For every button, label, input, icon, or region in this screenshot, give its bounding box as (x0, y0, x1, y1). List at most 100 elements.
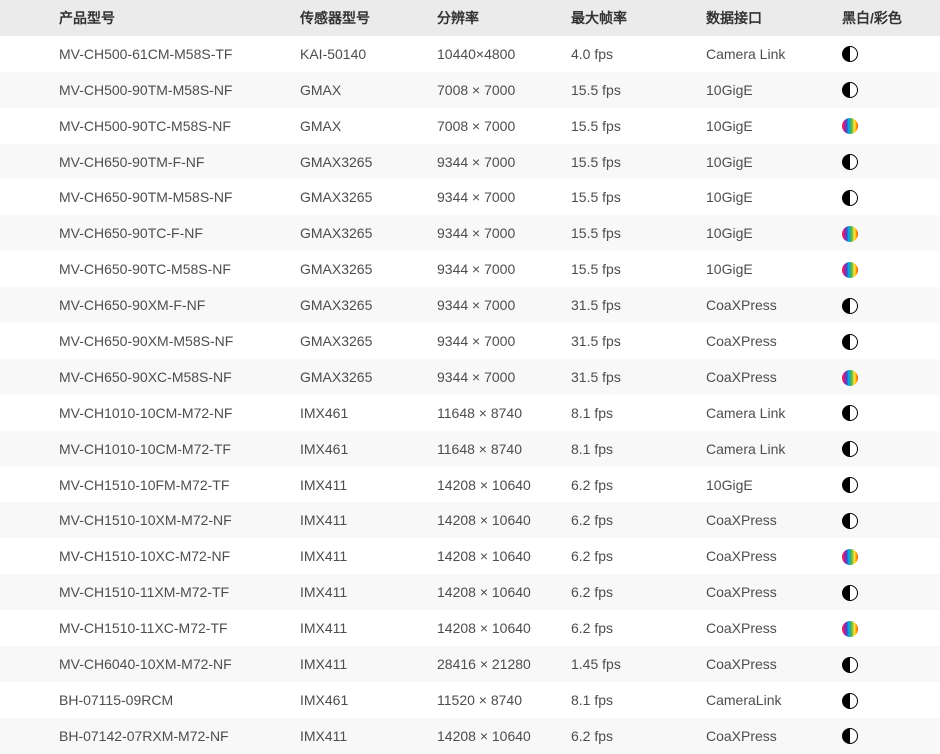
cell-resolution: 10440×4800 (437, 46, 571, 62)
table-row: MV-CH650-90XC-M58S-NF GMAX3265 9344 × 70… (0, 359, 940, 395)
mode-icon-cell (842, 261, 940, 278)
cell-resolution: 14208 × 10640 (437, 512, 571, 528)
mode-icon-cell (842, 584, 940, 601)
cell-max-framerate: 6.2 fps (571, 728, 706, 744)
cell-sensor-model: IMX461 (300, 692, 437, 708)
camera-spec-table: 产品型号 传感器型号 分辨率 最大帧率 数据接口 黑白/彩色 MV-CH500-… (0, 0, 940, 754)
cell-sensor-model: IMX411 (300, 584, 437, 600)
cell-resolution: 14208 × 10640 (437, 477, 571, 493)
cell-product-model: MV-CH650-90XC-M58S-NF (0, 369, 300, 385)
cell-resolution: 28416 × 21280 (437, 656, 571, 672)
cell-max-framerate: 8.1 fps (571, 692, 706, 708)
cell-sensor-model: IMX461 (300, 441, 437, 457)
cell-resolution: 11648 × 8740 (437, 405, 571, 421)
cell-resolution: 9344 × 7000 (437, 154, 571, 170)
cell-product-model: MV-CH1510-11XM-M72-TF (0, 584, 300, 600)
header-max-framerate: 最大帧率 (571, 8, 706, 28)
cell-resolution: 11520 × 8740 (437, 692, 571, 708)
cell-max-framerate: 31.5 fps (571, 369, 706, 385)
cell-sensor-model: IMX411 (300, 477, 437, 493)
table-row: MV-CH650-90XM-F-NF GMAX3265 9344 × 7000 … (0, 287, 940, 323)
cell-product-model: MV-CH500-90TC-M58S-NF (0, 118, 300, 134)
cell-sensor-model: IMX461 (300, 405, 437, 421)
mono-icon (842, 154, 858, 170)
cell-resolution: 7008 × 7000 (437, 118, 571, 134)
table-row: MV-CH650-90TM-F-NF GMAX3265 9344 × 7000 … (0, 144, 940, 180)
cell-data-interface: 10GigE (706, 189, 842, 205)
cell-max-framerate: 8.1 fps (571, 441, 706, 457)
cell-product-model: MV-CH1510-10FM-M72-TF (0, 477, 300, 493)
cell-data-interface: 10GigE (706, 225, 842, 241)
mono-icon (842, 190, 858, 206)
color-icon (842, 118, 858, 134)
table-row: MV-CH1010-10CM-M72-TF IMX461 11648 × 874… (0, 431, 940, 467)
table-row: MV-CH1510-11XC-M72-TF IMX411 14208 × 106… (0, 610, 940, 646)
color-icon (842, 226, 858, 242)
table-row: MV-CH650-90XM-M58S-NF GMAX3265 9344 × 70… (0, 323, 940, 359)
mode-icon-cell (842, 117, 940, 134)
mode-icon-cell (842, 332, 940, 349)
mode-icon-cell (842, 655, 940, 672)
cell-resolution: 7008 × 7000 (437, 82, 571, 98)
cell-max-framerate: 15.5 fps (571, 225, 706, 241)
mono-icon (842, 334, 858, 350)
cell-max-framerate: 15.5 fps (571, 261, 706, 277)
header-resolution: 分辨率 (437, 8, 571, 28)
color-icon (842, 370, 858, 386)
mono-icon (842, 298, 858, 314)
color-icon (842, 549, 858, 565)
mode-icon-cell (842, 225, 940, 242)
color-icon (842, 262, 858, 278)
cell-product-model: MV-CH1010-10CM-M72-NF (0, 405, 300, 421)
cell-data-interface: 10GigE (706, 82, 842, 98)
mono-icon (842, 441, 858, 457)
mode-icon-cell (842, 296, 940, 313)
cell-max-framerate: 6.2 fps (571, 477, 706, 493)
mode-icon-cell (842, 548, 940, 565)
cell-max-framerate: 6.2 fps (571, 548, 706, 564)
mono-icon (842, 728, 858, 744)
mono-icon (842, 513, 858, 529)
table-row: MV-CH500-90TM-M58S-NF GMAX 7008 × 7000 1… (0, 72, 940, 108)
cell-product-model: MV-CH1510-10XC-M72-NF (0, 548, 300, 564)
cell-product-model: MV-CH650-90XM-M58S-NF (0, 333, 300, 349)
cell-sensor-model: GMAX (300, 82, 437, 98)
cell-max-framerate: 15.5 fps (571, 154, 706, 170)
cell-resolution: 9344 × 7000 (437, 189, 571, 205)
table-row: MV-CH650-90TC-M58S-NF GMAX3265 9344 × 70… (0, 251, 940, 287)
mode-icon-cell (842, 153, 940, 170)
table-row: BH-07142-07RXM-M72-NF IMX411 14208 × 106… (0, 718, 940, 754)
cell-data-interface: CoaXPress (706, 512, 842, 528)
cell-product-model: BH-07115-09RCM (0, 692, 300, 708)
mono-icon (842, 693, 858, 709)
table-row: MV-CH500-61CM-M58S-TF KAI-50140 10440×48… (0, 36, 940, 72)
table-row: MV-CH1010-10CM-M72-NF IMX461 11648 × 874… (0, 395, 940, 431)
table-row: MV-CH1510-10XC-M72-NF IMX411 14208 × 106… (0, 538, 940, 574)
cell-product-model: MV-CH1510-11XC-M72-TF (0, 620, 300, 636)
cell-data-interface: CoaXPress (706, 728, 842, 744)
cell-product-model: MV-CH650-90XM-F-NF (0, 297, 300, 313)
cell-sensor-model: GMAX3265 (300, 154, 437, 170)
cell-product-model: MV-CH650-90TC-M58S-NF (0, 261, 300, 277)
cell-sensor-model: GMAX3265 (300, 189, 437, 205)
cell-data-interface: CoaXPress (706, 656, 842, 672)
cell-product-model: MV-CH650-90TM-M58S-NF (0, 189, 300, 205)
cell-data-interface: 10GigE (706, 154, 842, 170)
cell-product-model: MV-CH650-90TC-F-NF (0, 225, 300, 241)
cell-max-framerate: 15.5 fps (571, 189, 706, 205)
cell-data-interface: Camera Link (706, 441, 842, 457)
cell-sensor-model: IMX411 (300, 512, 437, 528)
mono-icon (842, 82, 858, 98)
cell-resolution: 9344 × 7000 (437, 369, 571, 385)
table-row: MV-CH1510-10XM-M72-NF IMX411 14208 × 106… (0, 502, 940, 538)
cell-resolution: 9344 × 7000 (437, 297, 571, 313)
cell-data-interface: Camera Link (706, 46, 842, 62)
mode-icon-cell (842, 440, 940, 457)
table-row: BH-07115-09RCM IMX461 11520 × 8740 8.1 f… (0, 682, 940, 718)
cell-data-interface: CoaXPress (706, 620, 842, 636)
mode-icon-cell (842, 404, 940, 421)
mode-icon-cell (842, 81, 940, 98)
cell-data-interface: 10GigE (706, 118, 842, 134)
table-row: MV-CH1510-11XM-M72-TF IMX411 14208 × 106… (0, 574, 940, 610)
cell-max-framerate: 4.0 fps (571, 46, 706, 62)
